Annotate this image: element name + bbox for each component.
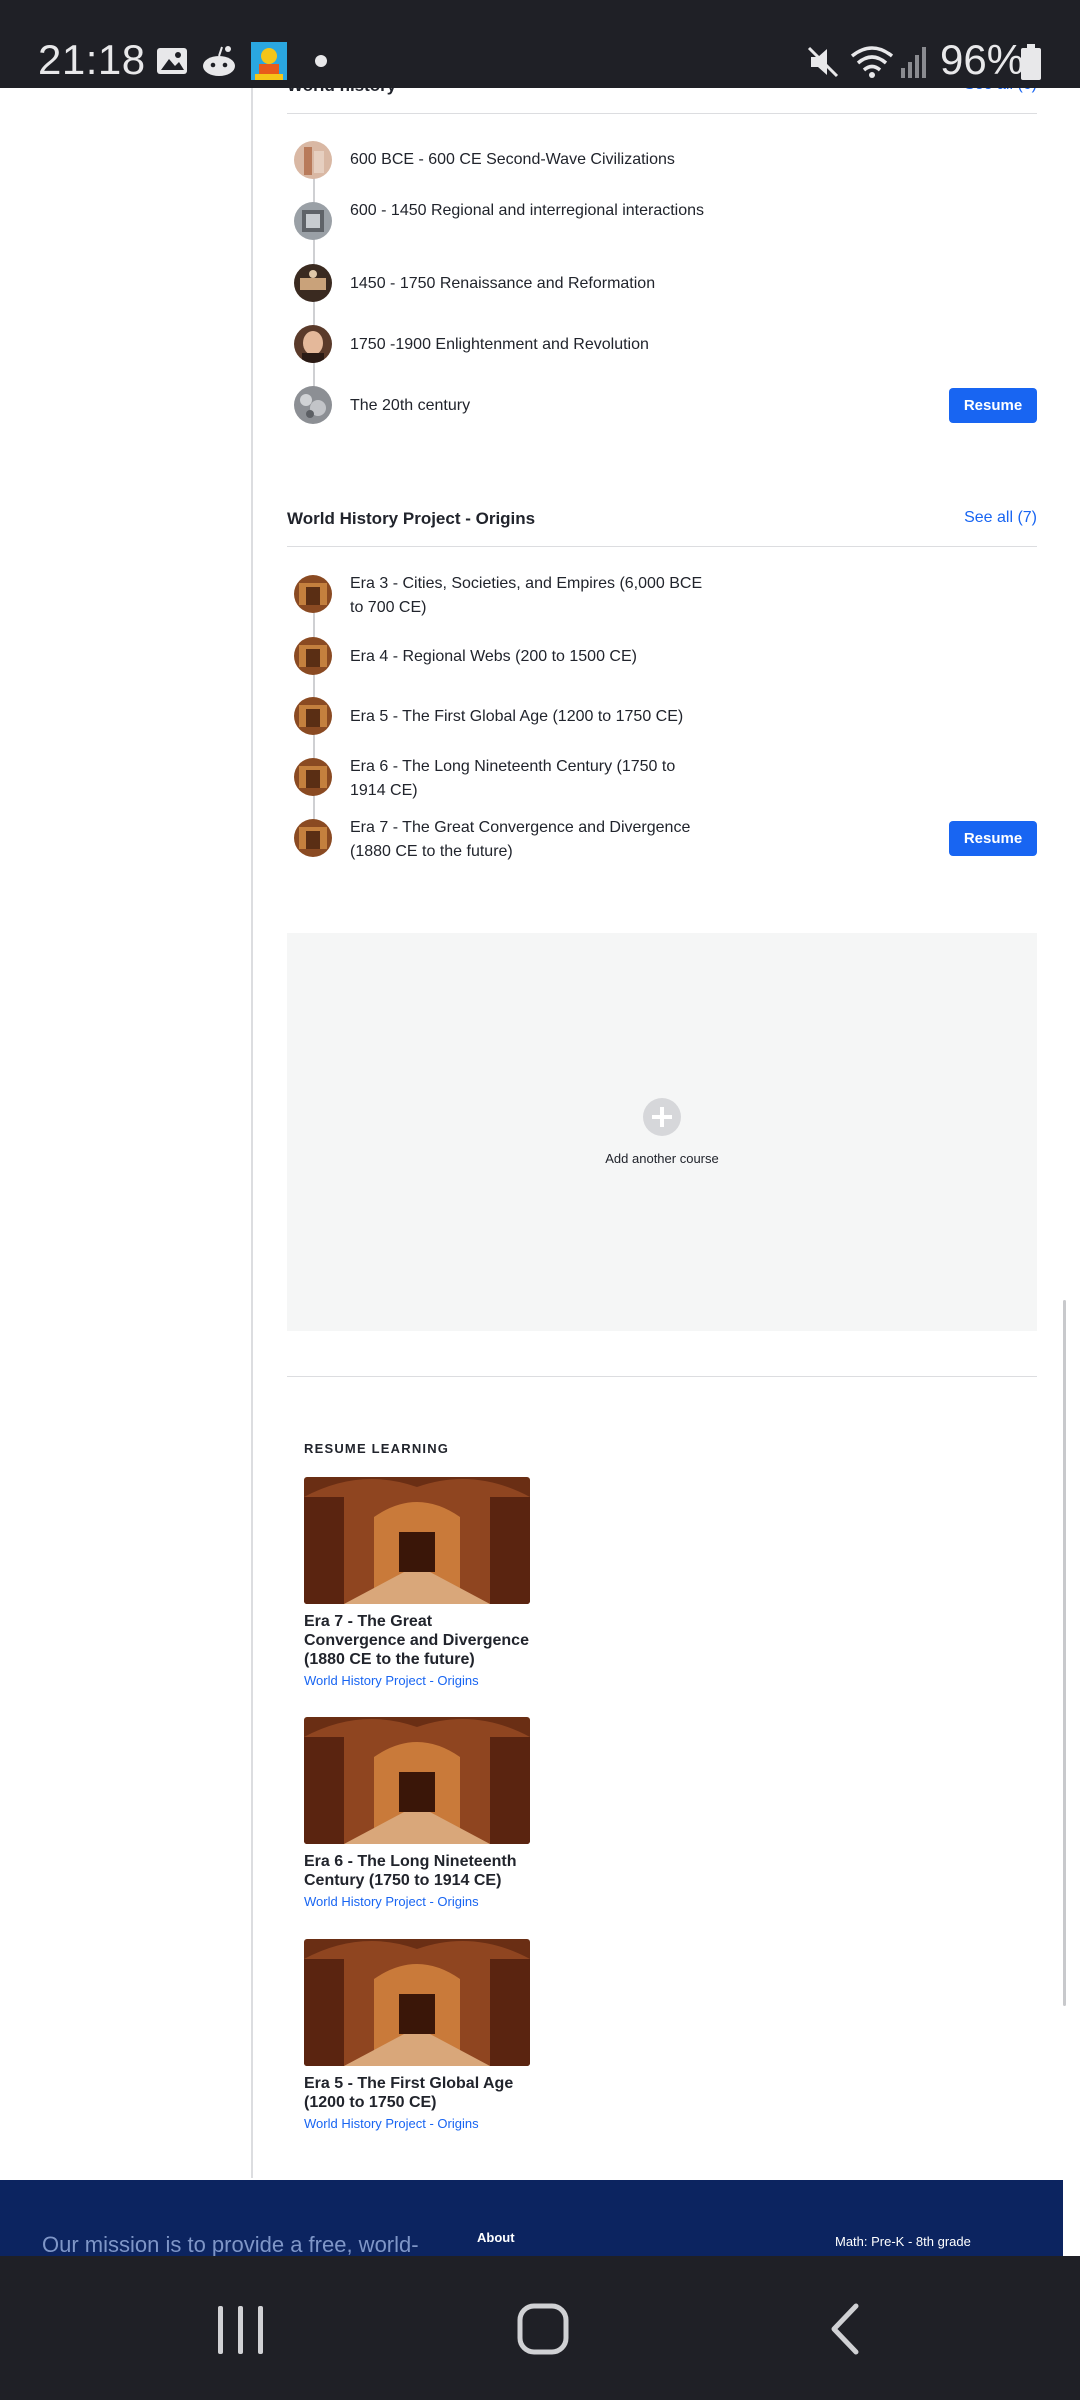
navigation-bar [0, 2256, 1080, 2400]
recents-icon[interactable] [214, 2304, 268, 2356]
card-course-link[interactable]: World History Project - Origins [304, 2116, 534, 2131]
home-icon[interactable] [516, 2302, 570, 2356]
page-scrollbar[interactable] [1063, 1300, 1066, 2006]
resume-card[interactable]: Era 7 - The Great Convergence and Diverg… [304, 1477, 534, 1688]
card-title[interactable]: Era 5 - The First Global Age (1200 to 17… [304, 2074, 534, 2112]
image-icon [157, 48, 187, 74]
card-thumbnail [304, 1939, 530, 2066]
resume-button[interactable]: Resume [949, 388, 1037, 423]
footer-math-link[interactable]: Math: Pre-K - 8th grade [835, 2234, 971, 2249]
card-thumbnail [304, 1477, 530, 1604]
mute-icon [807, 46, 839, 78]
unit-title[interactable]: Era 4 - Regional Webs (200 to 1500 CE) [350, 645, 710, 669]
add-course-card[interactable]: Add another course [287, 933, 1037, 1331]
signal-icon [901, 47, 926, 78]
unit-thumbnail [294, 697, 332, 735]
unit-thumbnail [294, 819, 332, 857]
footer-mission-text: Our mission is to provide a free, world- [42, 2232, 419, 2256]
battery-icon [1021, 44, 1041, 80]
unit-thumbnail [294, 575, 332, 613]
battery-percent: 96% [940, 36, 1025, 83]
unit-title[interactable]: 600 BCE - 600 CE Second-Wave Civilizatio… [350, 148, 710, 172]
card-thumbnail [304, 1717, 530, 1844]
add-course-label: Add another course [605, 1151, 719, 1166]
unit-title[interactable]: 1750 -1900 Enlightenment and Revolution [350, 333, 710, 357]
unit-title[interactable]: Era 3 - Cities, Societies, and Empires (… [350, 572, 710, 620]
unit-thumbnail [294, 202, 332, 240]
resume-card[interactable]: Era 5 - The First Global Age (1200 to 17… [304, 1939, 534, 2131]
status-bar-front: 21:18 96% [0, 0, 1080, 88]
card-title[interactable]: Era 6 - The Long Nineteenth Century (175… [304, 1852, 534, 1890]
sidebar-divider [251, 88, 253, 2178]
divider [287, 1376, 1037, 1377]
resume-learning-heading: RESUME LEARNING [304, 1441, 450, 1456]
unit-title[interactable]: Era 6 - The Long Nineteenth Century (175… [350, 755, 710, 803]
unit-title[interactable]: Era 5 - The First Global Age (1200 to 17… [350, 705, 710, 729]
footer: Our mission is to provide a free, world-… [0, 2180, 1063, 2256]
unit-title[interactable]: Era 7 - The Great Convergence and Diverg… [350, 816, 710, 864]
unit-thumbnail [294, 264, 332, 302]
footer-about-heading: About [477, 2230, 515, 2245]
unit-title[interactable]: 600 - 1450 Regional and interregional in… [350, 199, 710, 223]
unit-title[interactable]: The 20th century [350, 394, 710, 418]
card-title[interactable]: Era 7 - The Great Convergence and Diverg… [304, 1612, 534, 1669]
unit-thumbnail [294, 758, 332, 796]
app-icon [251, 42, 287, 80]
wifi-icon [850, 46, 894, 78]
card-course-link[interactable]: World History Project - Origins [304, 1894, 534, 1909]
unit-title[interactable]: 1450 - 1750 Renaissance and Reformation [350, 272, 710, 296]
unit-thumbnail [294, 325, 332, 363]
resume-button[interactable]: Resume [949, 821, 1037, 856]
plus-icon [643, 1098, 681, 1136]
status-time: 21:18 [38, 36, 146, 83]
resume-card[interactable]: Era 6 - The Long Nineteenth Century (175… [304, 1717, 534, 1909]
dot-icon [315, 55, 327, 67]
unit-thumbnail [294, 141, 332, 179]
section-title: World History Project - Origins [287, 509, 536, 528]
reddit-icon [203, 46, 235, 76]
unit-thumbnail [294, 386, 332, 424]
unit-thumbnail [294, 637, 332, 675]
back-icon[interactable] [826, 2302, 866, 2356]
card-course-link[interactable]: World History Project - Origins [304, 1673, 534, 1688]
section-header-origins: World History Project - Origins See all … [287, 491, 1037, 547]
see-all-link[interactable]: See all (7) [964, 509, 1037, 527]
